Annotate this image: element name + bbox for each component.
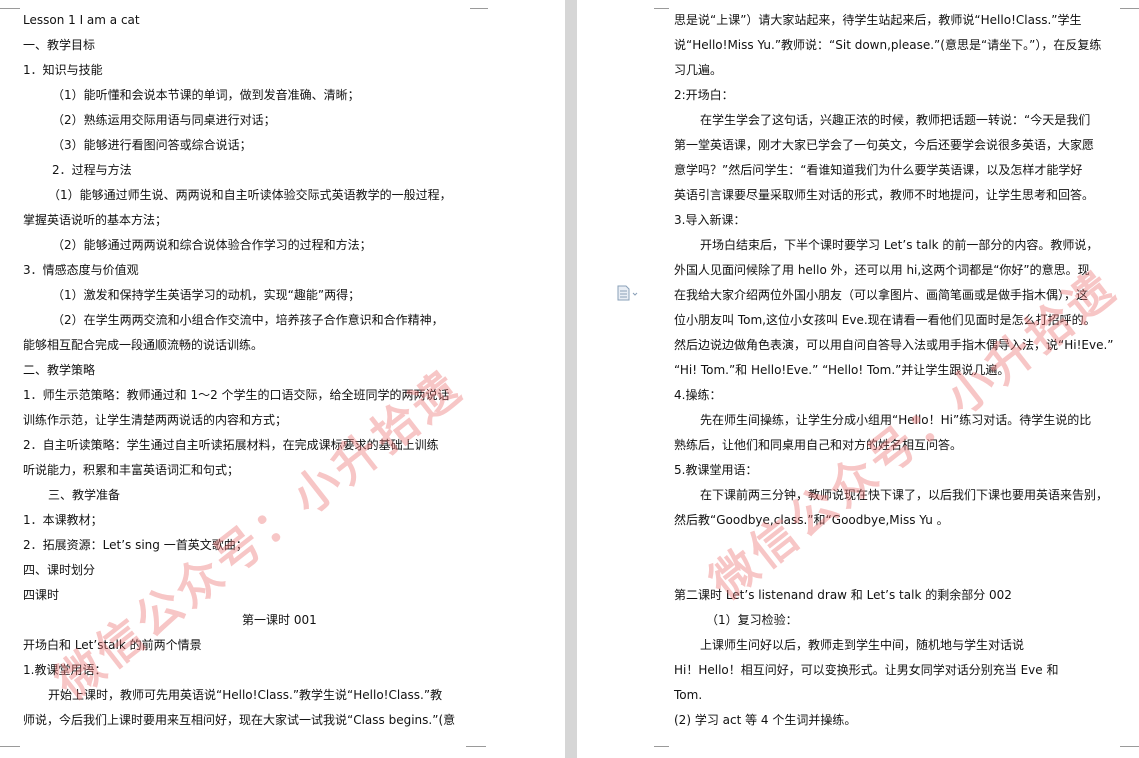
doc-line: 习几遍。	[674, 63, 723, 77]
doc-line: 开场白结束后，下半个课时要学习 Let’s talk 的前一部分的内容。教师说，	[700, 238, 1099, 252]
doc-line: Lesson 1 I am a cat	[23, 13, 140, 27]
doc-line: （1）复习检验：	[706, 613, 798, 627]
doc-line: 然后边说边做角色表演，可以用自问自答导入法或用手指木偶导入法，说“Hi!Eve.…	[674, 338, 1114, 352]
doc-line: 3.导入新课：	[674, 213, 746, 227]
doc-line: Tom.	[674, 688, 703, 702]
document-page-left: Lesson 1 I am a cat 一、教学目标 1．知识与技能 （1）能听…	[0, 0, 487, 758]
doc-line: （2）熟练运用交际用语与同桌进行对话；	[52, 113, 276, 127]
crop-mark	[0, 746, 20, 755]
crop-mark	[466, 746, 486, 755]
doc-line: “Hi! Tom.”和 Hello!Eve.” “Hello! Tom.”并让学…	[674, 363, 1010, 377]
doc-line: 掌握英语说听的基本方法；	[23, 213, 168, 227]
crop-mark	[654, 0, 669, 9]
doc-line: 一、教学目标	[23, 38, 96, 52]
doc-line: Hi！Hello！相互问好，可以变换形式。让男女同学对话分别充当 Eve 和	[674, 663, 1059, 677]
doc-line: 能够相互配合完成一段通顺流畅的说话训练。	[23, 338, 264, 352]
doc-line: 思是说“上课”）请大家站起来，待学生站起来后，教师说“Hello!Class.”…	[674, 13, 1082, 27]
crop-mark	[1120, 746, 1139, 755]
doc-line: 5.教课堂用语：	[674, 463, 758, 477]
watermark: 微信公众号：小升拾遗	[699, 259, 1127, 610]
doc-line: 熟练后，让他们和同桌用自己和对方的姓名相互问答。	[674, 438, 963, 452]
doc-line: 英语引言课要尽量采取师生对话的形式，教师不时地提问，让学生思考和回答。	[674, 188, 1095, 202]
doc-line: （2）能够通过两两说和综合说体验合作学习的过程和方法；	[52, 238, 372, 252]
doc-line: 1．师生示范策略：教师通过和 1～2 个学生的口语交际，给全班同学的两两说话	[23, 388, 450, 402]
doc-line: 外国人见面问候除了用 hello 外，还可以用 hi,这两个词都是“你好”的意思…	[674, 263, 1090, 277]
doc-line: 意学吗？”然后问学生：“看谁知道我们为什么要学英语课，以及怎样才能学好	[674, 163, 1083, 177]
page-divider	[565, 0, 577, 758]
doc-line: 2:开场白：	[674, 88, 734, 102]
doc-line: 说“Hello!Miss Yu.”教师说：“Sit down,please.”(…	[674, 38, 1102, 52]
watermark: 微信公众号：小升拾遗	[45, 359, 473, 710]
doc-line: 三、教学准备	[48, 488, 121, 502]
doc-line: 四、课时划分	[23, 563, 96, 577]
document-icon[interactable]	[617, 285, 638, 301]
doc-line: 上课师生问好以后，教师走到学生中间，随机地与学生对话说	[700, 638, 1025, 652]
doc-line: 在我给大家介绍两位外国小朋友（可以拿图片、画简笔画或是做手指木偶），这	[674, 288, 1089, 302]
doc-line: (2) 学习 act 等 4 个生词并操练。	[674, 713, 857, 727]
doc-line: （1）能听懂和会说本节课的单词，做到发音准确、清晰；	[52, 88, 360, 102]
doc-line: （1）能够通过师生说、两两说和自主听读体验交际式英语教学的一般过程，	[48, 188, 452, 202]
doc-line: 开场白和 Let’stalk 的前两个情景	[23, 638, 202, 652]
doc-line: 训练作示范，让学生清楚两两说话的内容和方式；	[23, 413, 288, 427]
doc-line: 在下课前两三分钟，教师说现在快下课了，以后我们下课也要用英语来告别，	[700, 488, 1109, 502]
doc-line: 1．知识与技能	[23, 63, 103, 77]
crop-mark	[470, 0, 488, 9]
doc-line: 1.教课堂用语：	[23, 663, 107, 677]
doc-line: 第一课时 001	[242, 613, 317, 627]
doc-line: 4.操练：	[674, 388, 722, 402]
doc-line: 2．过程与方法	[52, 163, 132, 177]
crop-mark	[0, 0, 20, 9]
doc-line: 3．情感态度与价值观	[23, 263, 139, 277]
doc-line: 在学生学会了这句话，兴趣正浓的时候，教师把话题一转说：“今天是我们	[700, 113, 1091, 127]
document-page-right: 思是说“上课”）请大家站起来，待学生站起来后，教师说“Hello!Class.”…	[654, 0, 1139, 758]
doc-line: （1）激发和保持学生英语学习的动机，实现“趣能”两得；	[52, 288, 361, 302]
doc-line: 先在师生间操练，让学生分成小组用“Hello！Hi”练习对话。待学生说的比	[700, 413, 1092, 427]
doc-line: 开始上课时，教师可先用英语说“Hello!Class.”教学生说“Hello!C…	[48, 688, 443, 702]
crop-mark	[654, 746, 669, 755]
doc-line: 2．自主听读策略：学生通过自主听读拓展材料，在完成课标要求的基础上训练	[23, 438, 439, 452]
doc-line: 1．本课教材；	[23, 513, 103, 527]
doc-line: （2）在学生两两交流和小组合作交流中，培养孩子合作意识和合作精神，	[52, 313, 444, 327]
doc-line: 第二课时 Let’s listenand draw 和 Let’s talk 的…	[674, 588, 1012, 602]
doc-line: 2．拓展资源：Let’s sing 一首英文歌曲；	[23, 538, 248, 552]
doc-line: 师说，今后我们上课时要用来互相问好，现在大家试一试我说“Class begins…	[23, 713, 456, 727]
doc-line: 二、教学策略	[23, 363, 96, 377]
doc-line: 四课时	[23, 588, 60, 602]
doc-line: （3）能够进行看图问答或综合说话；	[52, 138, 252, 152]
doc-line: 第一堂英语课，刚才大家已学会了一句英文，今后还要学会说很多英语，大家愿	[674, 138, 1095, 152]
doc-line: 听说能力，积累和丰富英语词汇和句式；	[23, 463, 240, 477]
crop-mark	[1120, 0, 1139, 9]
doc-line: 位小朋友叫 Tom,这位小女孩叫 Eve.现在请看一看他们见面时是怎么打招呼的。	[674, 313, 1096, 327]
doc-line: 然后教“Goodbye,class.”和“Goodbye,Miss Yu 。	[674, 513, 949, 527]
